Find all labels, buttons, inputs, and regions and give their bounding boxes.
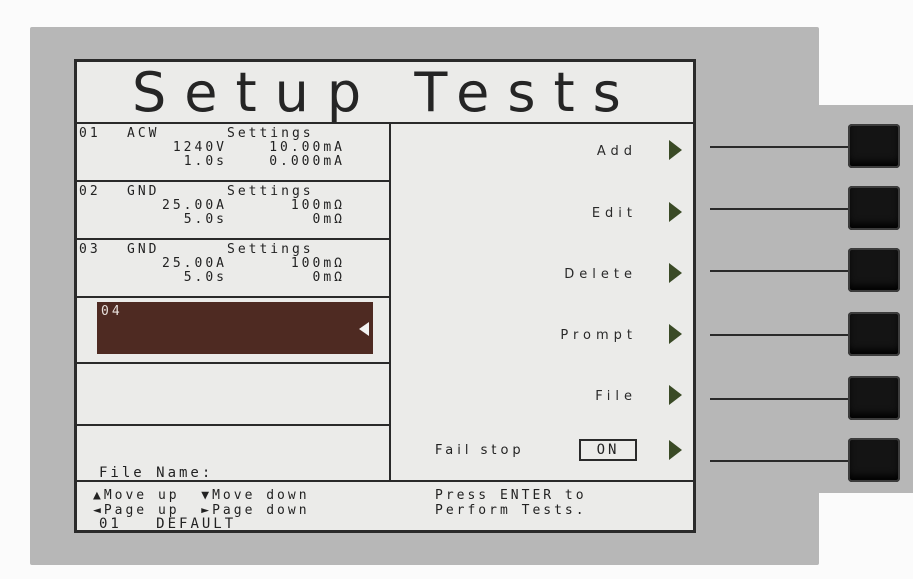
test-row-04[interactable]: 04: [77, 298, 389, 364]
test-type: GND: [127, 242, 160, 257]
test-time: 1.0s: [183, 154, 227, 169]
test-resistance-low: 0mΩ: [312, 270, 345, 285]
softkey-leader-line: [710, 270, 850, 272]
help-footer: ▲Move up ▼Move down ◄Page up ►Page down P…: [77, 480, 693, 530]
enter-hint: Press ENTER to Perform Tests.: [435, 488, 587, 518]
test-number: 04: [101, 304, 123, 319]
test-number: 01: [79, 126, 101, 141]
menu-file[interactable]: File: [407, 389, 637, 404]
test-row-03[interactable]: 03 GND Settings 25.00A 100mΩ 5.0s 0mΩ: [77, 240, 389, 298]
edit-arrow-icon: [669, 202, 682, 222]
softkey-leader-line: [710, 208, 850, 210]
test-type: GND: [127, 184, 160, 199]
menu-delete[interactable]: Delete: [407, 267, 637, 282]
test-current-low: 0.000mA: [269, 154, 345, 169]
test-resistance-high: 100mΩ: [290, 198, 345, 213]
lcd-screen: Setup Tests 01 ACW Settings 1240V 10.00mA …: [74, 59, 696, 533]
softkey-add-button[interactable]: [848, 124, 900, 168]
hint-enter-1: Press ENTER to: [435, 488, 587, 503]
test-row-01[interactable]: 01 ACW Settings 1240V 10.00mA 1.0s 0.000mA: [77, 124, 389, 182]
softkey-leader-line: [710, 146, 850, 148]
add-arrow-icon: [669, 140, 682, 160]
test-current: 25.00A: [162, 198, 227, 213]
hint-enter-2: Perform Tests.: [435, 503, 587, 518]
softkey-edit-button[interactable]: [848, 186, 900, 230]
test-resistance-high: 100mΩ: [290, 256, 345, 271]
test-number: 02: [79, 184, 101, 199]
hint-page: ◄Page up ►Page down: [93, 503, 310, 518]
fail-stop-label: Fail stop: [435, 443, 525, 458]
selection-cursor-icon: [359, 322, 369, 336]
menu-prompt[interactable]: Prompt: [407, 328, 637, 343]
fail-stop-toggle[interactable]: ON: [579, 439, 637, 461]
test-current-high: 10.00mA: [269, 140, 345, 155]
prompt-arrow-icon: [669, 324, 682, 344]
file-arrow-icon: [669, 385, 682, 405]
test-row-05[interactable]: [77, 364, 389, 426]
menu-add[interactable]: Add: [407, 144, 637, 159]
test-settings-label: Settings: [227, 126, 314, 141]
softkey-fail-stop-button[interactable]: [848, 438, 900, 482]
test-current: 25.00A: [162, 256, 227, 271]
panel-divider: [389, 124, 391, 480]
softkey-file-button[interactable]: [848, 376, 900, 420]
test-settings-label: Settings: [227, 184, 314, 199]
test-settings-label: Settings: [227, 242, 314, 257]
test-type: ACW: [127, 126, 160, 141]
fail-stop-arrow-icon: [669, 440, 682, 460]
softkey-delete-button[interactable]: [848, 248, 900, 292]
file-name-panel: File Name: 01 DEFAULT: [77, 426, 389, 532]
test-row-02[interactable]: 02 GND Settings 25.00A 100mΩ 5.0s 0mΩ: [77, 182, 389, 240]
navigation-hints: ▲Move up ▼Move down ◄Page up ►Page down: [93, 488, 310, 518]
selected-test-slot[interactable]: 04: [97, 302, 373, 354]
test-voltage: 1240V: [172, 140, 227, 155]
test-time: 5.0s: [183, 212, 227, 227]
delete-arrow-icon: [669, 263, 682, 283]
softkey-leader-line: [710, 460, 850, 462]
hint-move: ▲Move up ▼Move down: [93, 488, 310, 503]
softkey-leader-line: [710, 334, 850, 336]
test-number: 03: [79, 242, 101, 257]
menu-edit[interactable]: Edit: [407, 206, 637, 221]
softkey-leader-line: [710, 398, 850, 400]
test-resistance-low: 0mΩ: [312, 212, 345, 227]
test-time: 5.0s: [183, 270, 227, 285]
softkey-prompt-button[interactable]: [848, 312, 900, 356]
page-title: Setup Tests: [77, 62, 693, 124]
